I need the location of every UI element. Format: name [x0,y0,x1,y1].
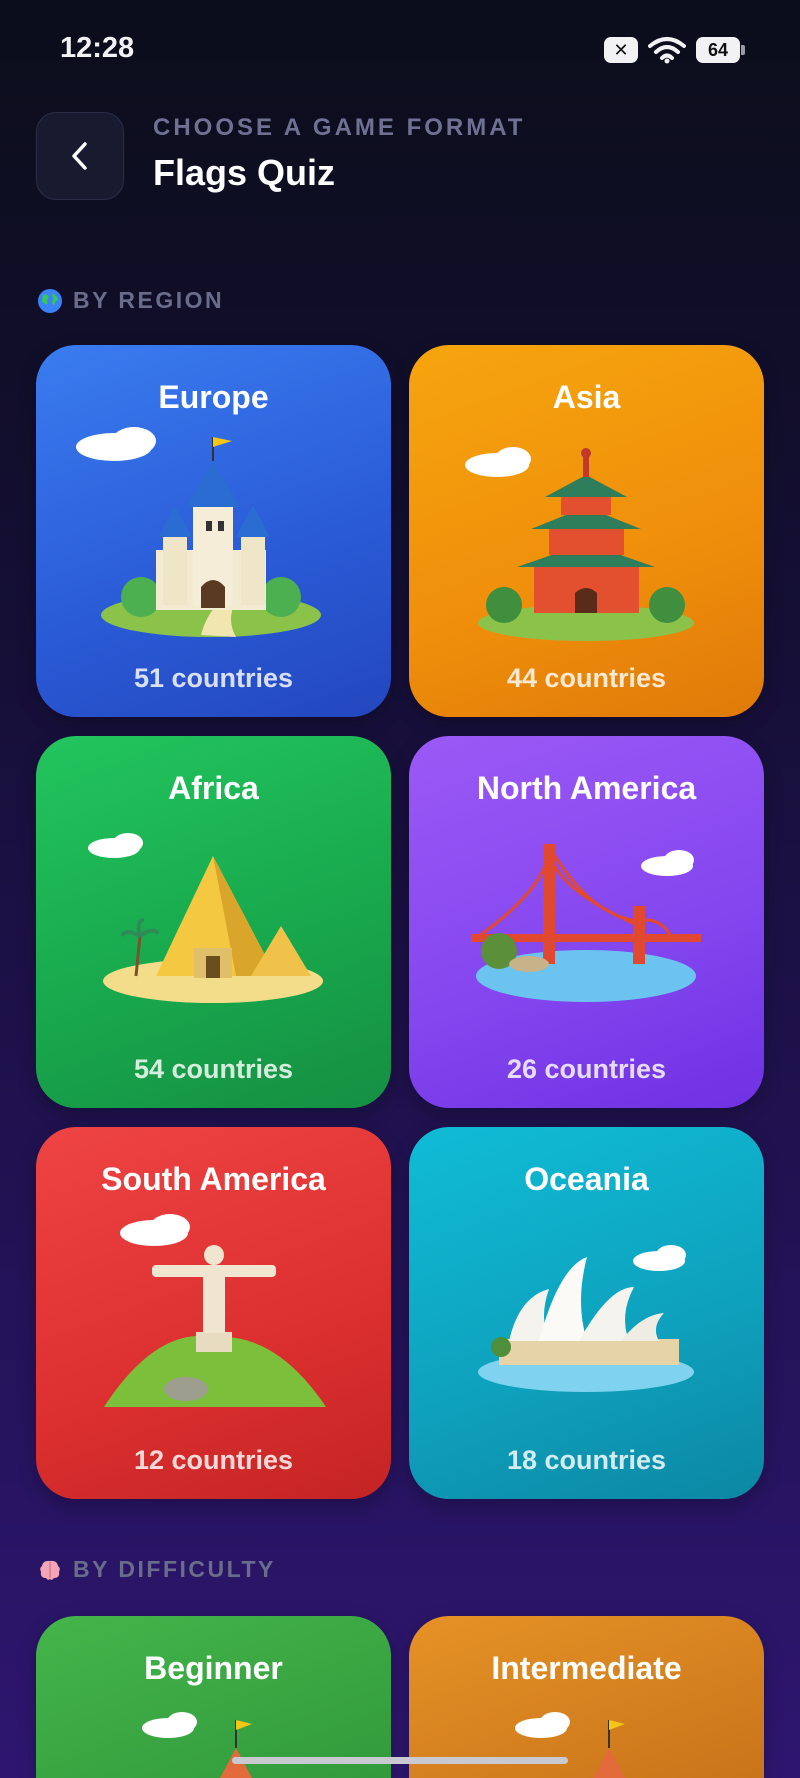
opera-house-icon [478,1245,694,1392]
card-title: Europe [158,379,269,415]
region-card-europe[interactable]: Europe 51 countries [36,345,391,717]
card-title: Africa [168,770,259,806]
card-title: Asia [552,379,621,415]
card-title: Oceania [524,1161,649,1197]
region-card-north-america[interactable]: North America 26 countries [409,736,764,1108]
page-title: Flags Quiz [153,152,336,193]
region-card-oceania[interactable]: Oceania 18 countries [409,1127,764,1499]
card-title: North America [476,770,697,806]
statue-icon [104,1214,326,1407]
castle-icon [515,1712,625,1778]
brain-icon [40,1560,60,1580]
card-count: 26 countries [506,1054,667,1084]
card-count: 18 countries [506,1445,667,1475]
card-count: 12 countries [133,1445,294,1475]
wifi-icon [648,37,686,64]
card-title: Intermediate [491,1650,682,1686]
section-label-text: BY REGION [73,287,225,313]
section-label-text: BY DIFFICULTY [73,1556,276,1582]
region-card-africa[interactable]: Africa 54 countries [36,736,391,1108]
card-title: Beginner [144,1650,283,1686]
chevron-left-icon [72,142,87,170]
card-count: 54 countries [133,1054,294,1084]
home-indicator[interactable] [232,1757,568,1764]
back-button[interactable] [36,112,124,200]
card-count: 44 countries [506,663,667,693]
bridge-icon [471,844,701,1002]
region-card-asia[interactable]: Asia 44 countries [409,345,764,717]
difficulty-card-intermediate[interactable]: Intermediate [409,1616,764,1778]
pyramid-icon [88,833,323,1003]
status-icons: ✕ 64 [604,36,745,64]
section-label-difficulty: BY DIFFICULTY [37,1556,276,1583]
header-eyebrow: CHOOSE A GAME FORMAT [153,114,526,141]
difficulty-card-beginner[interactable]: Beginner [36,1616,391,1778]
pagoda-icon [465,447,694,641]
region-card-south-america[interactable]: South America 12 countries [36,1127,391,1499]
castle-icon [142,1712,252,1778]
battery-icon: 64 [696,37,745,63]
sim-status-icon: ✕ [604,37,638,63]
castle-icon [76,427,321,637]
status-bar: 12:28 ✕ 64 [0,0,800,100]
globe-icon [38,288,62,313]
status-time: 12:28 [60,32,135,64]
section-label-region: BY REGION [37,287,224,314]
card-title: South America [101,1161,326,1197]
card-count: 51 countries [133,663,294,693]
